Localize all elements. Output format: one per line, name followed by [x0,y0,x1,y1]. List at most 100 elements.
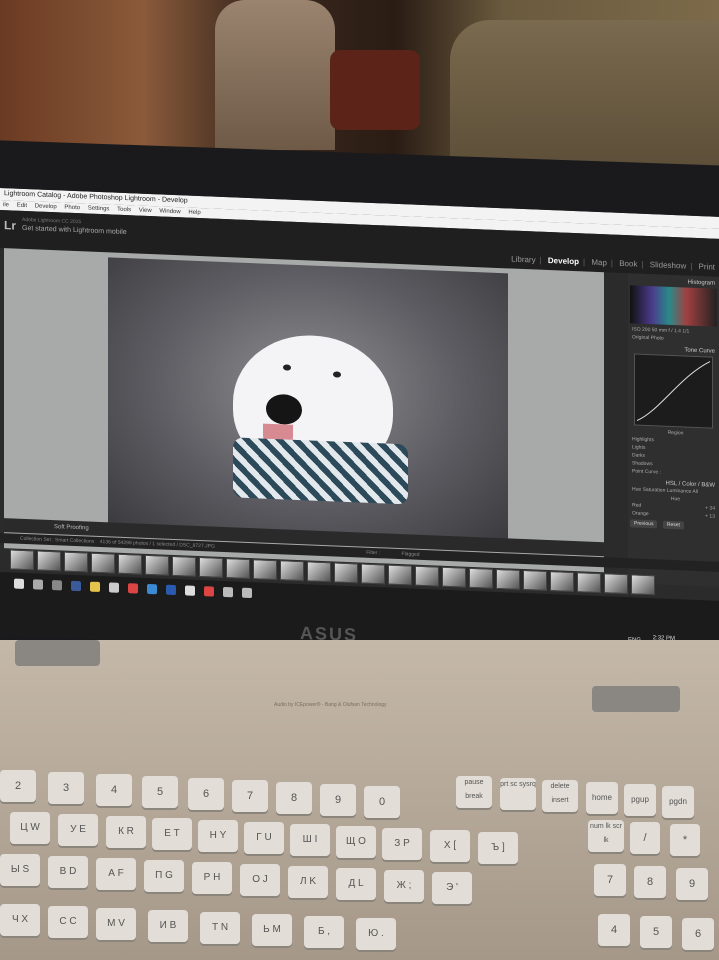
menu-develop[interactable]: Develop [35,203,57,210]
key[interactable]: Ю . [356,918,396,950]
mail-icon[interactable] [185,585,195,596]
acrobat-icon[interactable] [204,586,214,597]
key[interactable]: Ш I [290,824,330,856]
tone-curve-graph[interactable] [634,353,713,429]
pgup-key[interactable]: pgup [624,784,656,816]
home-key[interactable]: home [586,782,618,814]
key[interactable]: Г U [244,822,284,854]
pgdn-key[interactable]: pgdn [662,786,694,818]
key[interactable]: 8 [276,782,312,814]
thumbnail[interactable] [550,571,574,593]
thumbnail[interactable] [496,568,520,590]
key[interactable]: Д L [336,868,376,900]
word-icon[interactable] [166,584,176,596]
thumbnail[interactable] [334,562,358,584]
thumbnail[interactable] [469,567,493,589]
key[interactable]: Ц W [10,812,50,844]
thumbnail[interactable] [145,554,169,576]
module-map[interactable]: Map [591,258,607,268]
key[interactable]: 5 [142,776,178,808]
numpad-6-key[interactable]: 6 [682,918,714,950]
thumbnail[interactable] [631,574,655,596]
hsl-tab-all[interactable]: All [692,489,698,495]
key[interactable]: Э ' [432,872,472,904]
mobile-prompt[interactable]: Get started with Lightroom mobile [22,225,127,236]
key[interactable]: 0 [364,786,400,818]
chrome-icon[interactable] [128,583,138,594]
menu-tools[interactable]: Tools [117,207,131,214]
thumbnail[interactable] [577,572,601,594]
module-print[interactable]: Print [699,262,715,272]
file-explorer-icon[interactable] [90,581,100,593]
key[interactable]: В D [48,856,88,888]
thumbnail[interactable] [10,549,34,571]
thumbnail[interactable] [37,550,61,572]
module-develop[interactable]: Develop [548,256,579,266]
reset-button[interactable]: Reset [662,520,684,530]
key[interactable]: Щ O [336,826,376,858]
task-view-icon[interactable] [52,580,62,591]
search-icon[interactable] [33,579,43,590]
key[interactable]: Н Y [198,820,238,852]
hsl-tab-luminance[interactable]: Luminance [667,488,691,495]
key[interactable]: З P [382,828,422,860]
thumbnail[interactable] [280,560,304,582]
thumbnail[interactable] [415,565,439,587]
module-book[interactable]: Book [619,259,637,269]
key[interactable]: Р H [192,862,232,894]
thumbnail[interactable] [118,553,142,575]
menu-settings[interactable]: Settings [88,206,110,213]
edge-icon[interactable] [147,583,157,595]
divide-key[interactable]: / [630,822,660,854]
thumbnail[interactable] [604,573,628,595]
key[interactable]: О J [240,864,280,896]
module-library[interactable]: Library [511,255,535,265]
key[interactable]: И B [148,910,188,942]
thumbnail[interactable] [226,558,250,580]
key[interactable]: Т N [200,912,240,944]
key[interactable]: 9 [320,784,356,816]
menu-file[interactable]: ile [3,202,9,208]
key[interactable]: У E [58,814,98,846]
key[interactable]: М V [96,908,136,940]
thumbnail[interactable] [172,555,196,577]
thumbnail[interactable] [64,551,88,573]
key[interactable]: 6 [188,778,224,810]
key[interactable]: Ь M [252,914,292,946]
hsl-tab-saturation[interactable]: Saturation [643,487,666,494]
key[interactable]: Ж ; [384,870,424,902]
menu-edit[interactable]: Edit [17,203,27,209]
menu-view[interactable]: View [139,208,152,215]
hsl-tab-hue[interactable]: Hue [632,486,641,492]
soft-proofing-checkbox[interactable]: Soft Proofing [54,524,89,531]
thumbnail[interactable] [523,570,547,591]
thumbnail[interactable] [91,552,115,574]
lightroom-icon[interactable] [71,580,81,592]
key[interactable]: П G [144,860,184,892]
num-lock-key[interactable]: num lk scr lk [588,820,624,852]
numpad-4-key[interactable]: 4 [598,914,630,946]
key[interactable]: Ч X [0,904,40,936]
print-screen-key[interactable]: prt sc sysrq [500,778,536,810]
module-slideshow[interactable]: Slideshow [650,260,686,270]
store-icon[interactable] [109,582,119,593]
key[interactable]: С C [48,906,88,938]
multiply-key[interactable]: * [670,824,700,856]
key[interactable]: Л K [288,866,328,898]
collection-path[interactable]: Collection Set : Smart Collections [20,536,94,545]
flagged-filter[interactable]: Flagged [402,551,420,558]
thumbnail[interactable] [307,561,331,583]
app-icon[interactable] [223,586,233,598]
menu-photo[interactable]: Photo [64,205,80,212]
key[interactable]: 4 [96,774,132,806]
key[interactable]: Е T [152,818,192,850]
key[interactable]: 2 [0,770,36,802]
thumbnail[interactable] [361,563,385,585]
thumbnail[interactable] [253,559,277,581]
key[interactable]: Ъ ] [478,832,518,864]
delete-key[interactable]: delete insert [542,780,578,812]
thumbnail[interactable] [199,556,223,578]
key[interactable]: 7 [232,780,268,812]
numpad-8-key[interactable]: 8 [634,866,666,898]
numpad-9-key[interactable]: 9 [676,868,708,900]
